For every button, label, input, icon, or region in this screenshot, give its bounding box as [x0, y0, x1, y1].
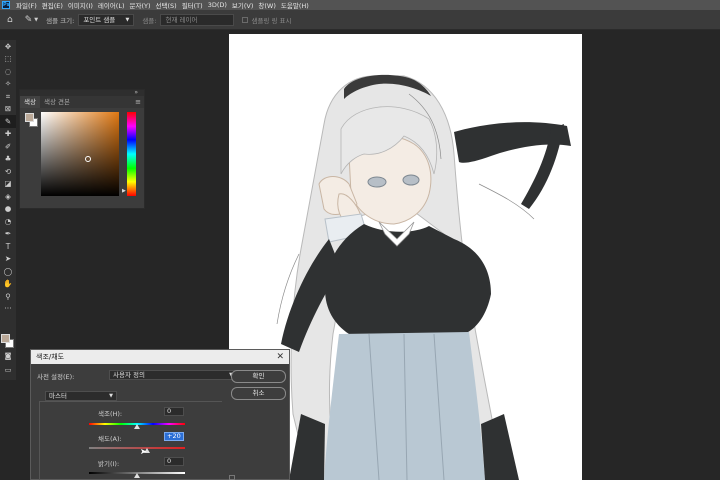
cancel-button[interactable]: 취소 [231, 387, 286, 400]
color-swatches[interactable] [1, 334, 15, 348]
screen-mode-icon[interactable]: ▭ [0, 366, 16, 374]
hue-slider-marker[interactable]: ▶ [122, 188, 126, 194]
eyedropper-icon[interactable]: ✎ [0, 115, 16, 128]
tab-color[interactable]: 색상 [20, 96, 40, 108]
options-bar: ⌂ ✎ ▼ 샘플 크기: 포인트 샘플 ▼ 샘플: 현재 레이어 샘플링 링 표… [0, 10, 720, 30]
chevron-down-icon[interactable]: ▼ [34, 17, 38, 23]
eyedropper-icon[interactable]: ✎ [25, 15, 33, 25]
tab-swatches[interactable]: 색상 견본 [40, 96, 74, 108]
ellipse-icon[interactable]: ◯ [0, 265, 16, 278]
color-picker-cursor[interactable] [85, 156, 91, 162]
dialog-title: 색조/채도 [36, 353, 65, 361]
panel-menu-icon[interactable]: ≡ [135, 98, 141, 106]
preset-label: 사전 설정(E): [37, 373, 75, 381]
chevron-down-icon: ▼ [125, 16, 130, 23]
colorize-checkbox[interactable] [229, 475, 235, 480]
hue-slider-thumb[interactable] [134, 424, 140, 429]
blur-icon[interactable]: ● [0, 203, 16, 216]
saturation-slider-track[interactable] [89, 447, 185, 449]
foreground-color-swatch[interactable] [1, 334, 10, 343]
magic-wand-icon[interactable]: ✧ [0, 78, 16, 91]
pen-icon[interactable]: ✒ [0, 228, 16, 241]
crop-icon[interactable]: ⌗ [0, 90, 16, 103]
menu-window[interactable]: 창(W) [258, 0, 275, 10]
lightness-value-field[interactable]: 0 [164, 457, 184, 466]
photoshop-logo: Ps [2, 1, 10, 9]
saturation-value-field[interactable]: +20 [164, 432, 184, 441]
sample-value: 현재 레이어 [165, 15, 198, 24]
channel-value: 마스터 [49, 392, 67, 400]
home-icon[interactable]: ⌂ [7, 15, 13, 25]
channel-dropdown[interactable]: 마스터 ▼ [45, 391, 117, 401]
menu-edit[interactable]: 편집(E) [42, 0, 63, 10]
brush-icon[interactable]: ✐ [0, 140, 16, 153]
adjustment-group: 색조(H): 0 채도(A): +20 밝기(I): 0 [39, 401, 222, 480]
eraser-icon[interactable]: ◪ [0, 178, 16, 191]
ok-button[interactable]: 확인 [231, 370, 286, 383]
sample-size-label: 샘플 크기: [46, 16, 75, 25]
show-ring-label: 샘플링 링 표시 [251, 16, 292, 25]
collapse-icon[interactable]: » [134, 89, 138, 96]
menu-file[interactable]: 파일(F) [16, 0, 37, 10]
preset-value: 사용자 정의 [113, 371, 145, 379]
lightness-slider-thumb[interactable] [134, 473, 140, 478]
dodge-icon[interactable]: ◔ [0, 215, 16, 228]
color-panel-tabs: 색상 색상 견본 ≡ [20, 96, 144, 108]
menu-type[interactable]: 문자(Y) [130, 0, 151, 10]
sample-size-value: 포인트 샘플 [83, 15, 116, 24]
stamp-icon[interactable]: ♣ [0, 153, 16, 166]
menu-image[interactable]: 이미지(I) [68, 0, 93, 10]
mouse-cursor-icon: ➤ [140, 447, 147, 456]
healing-icon[interactable]: ✚ [0, 128, 16, 141]
sample-dropdown[interactable]: 현재 레이어 [160, 13, 235, 26]
lasso-icon[interactable]: ◌ [0, 65, 16, 78]
lightness-label: 밝기(I): [98, 460, 120, 468]
menu-view[interactable]: 보기(V) [232, 0, 253, 10]
close-icon[interactable]: ✕ [276, 350, 284, 364]
saturation-value-field[interactable] [41, 112, 119, 196]
hue-label: 색조(H): [98, 410, 123, 418]
dialog-titlebar: 색조/채도 ✕ [31, 350, 289, 364]
bucket-icon[interactable]: ◈ [0, 190, 16, 203]
history-brush-icon[interactable]: ⟲ [0, 165, 16, 178]
toolbar: ✥ ⬚ ◌ ✧ ⌗ ⊠ ✎ ✚ ✐ ♣ ⟲ ◪ ◈ ● ◔ ✒ T ➤ ◯ ✋ ⚲ ··· [0, 40, 16, 380]
path-select-icon[interactable]: ➤ [0, 253, 16, 266]
move-icon[interactable]: ✥ [0, 40, 16, 53]
marquee-icon[interactable]: ⬚ [0, 53, 16, 66]
more-icon[interactable]: ··· [0, 303, 16, 316]
preset-dropdown[interactable]: 사용자 정의 ▼ [109, 370, 237, 380]
menu-select[interactable]: 선택(S) [156, 0, 177, 10]
saturation-label: 채도(A): [98, 435, 122, 443]
sample-size-dropdown[interactable]: 포인트 샘플 ▼ [78, 13, 135, 26]
show-ring-checkbox[interactable] [242, 16, 249, 23]
menu-bar: Ps 파일(F) 편집(E) 이미지(I) 레이어(L) 문자(Y) 선택(S)… [0, 0, 720, 10]
menu-help[interactable]: 도움말(H) [281, 0, 309, 10]
color-panel: » 색상 색상 견본 ≡ ▶ [19, 89, 145, 209]
hue-slider[interactable] [127, 112, 136, 196]
menu-3d[interactable]: 3D(D) [208, 1, 227, 9]
menu-layer[interactable]: 레이어(L) [98, 0, 125, 10]
type-icon[interactable]: T [0, 240, 16, 253]
frame-icon[interactable]: ⊠ [0, 103, 16, 116]
hue-value-field[interactable]: 0 [164, 407, 184, 416]
menu-filter[interactable]: 필터(T) [182, 0, 203, 10]
sample-label: 샘플: [142, 16, 157, 25]
hue-saturation-dialog: 색조/채도 ✕ 사전 설정(E): 사용자 정의 ▼ ⚙ 확인 취소 마스터 ▼… [30, 349, 290, 480]
zoom-icon[interactable]: ⚲ [0, 290, 16, 303]
quick-mask-icon[interactable]: ◙ [0, 352, 16, 360]
hand-icon[interactable]: ✋ [0, 278, 16, 291]
chevron-down-icon: ▼ [109, 393, 113, 399]
panel-foreground-swatch[interactable] [25, 113, 34, 122]
